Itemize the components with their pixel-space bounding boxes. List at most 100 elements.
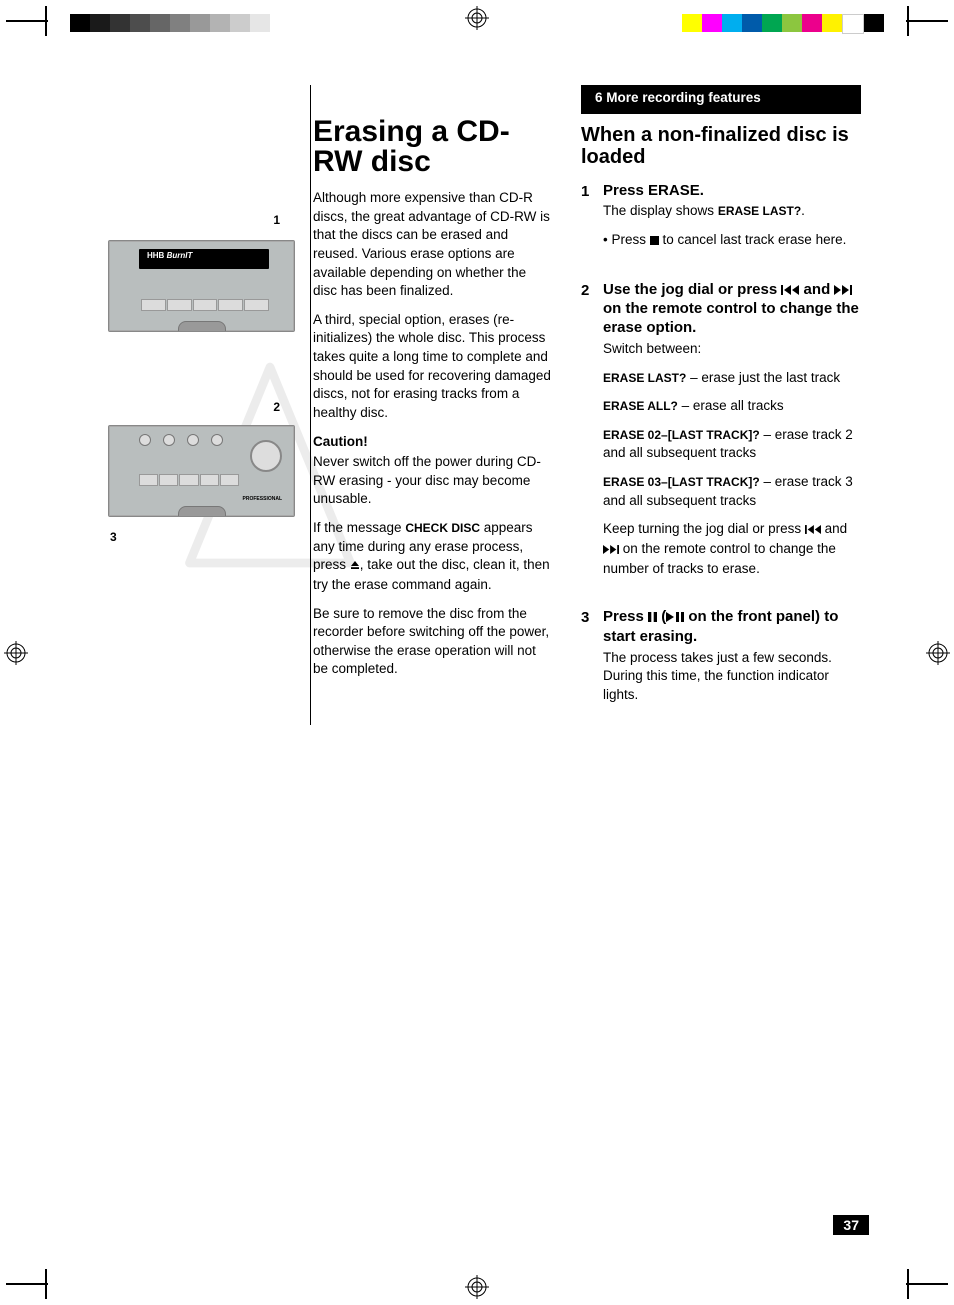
display-message: ERASE LAST? [718,204,801,218]
step-text: Switch between: [603,340,861,359]
text: Press [611,232,649,247]
crop-mark [6,20,48,22]
body-text: A third, special option, erases (re-init… [313,311,553,423]
sidebar-illustrations: 1 HHB BurnIT 2 PROFESSIONAL 3 [110,85,285,1235]
grayscale-bar [70,14,270,32]
section-header: 6 More recording features [581,85,861,114]
step-number: 3 [581,608,593,714]
next-track-icon [603,541,619,560]
registration-mark-icon [465,6,489,30]
text: and [821,521,847,536]
crop-mark [45,6,47,36]
caution-text: If the message CHECK DISC appears any ti… [313,519,553,595]
color-bar [682,14,884,32]
device-button [193,299,218,311]
step-1: 1 Press ERASE. The display shows ERASE L… [581,182,861,271]
text: If the message [313,520,405,535]
display-message: ERASE 03–[LAST TRACK]? [603,475,760,489]
step-2: 2 Use the jog dial or press and on the r… [581,281,861,599]
device-brand: HHB [147,251,164,260]
knob-icon [139,434,151,446]
step-text: The display shows ERASE LAST?. [603,202,861,221]
text: Use the jog dial or press [603,281,781,298]
display-message: CHECK DISC [405,521,480,535]
device-button [167,299,192,311]
prev-track-icon [781,282,799,301]
erase-option: ERASE ALL? – erase all tracks [603,397,861,416]
crop-mark [45,1269,47,1299]
disc-tray-icon [178,321,226,332]
caution-text: Never switch off the power during CD-RW … [313,453,553,509]
crop-mark [907,6,909,36]
step-text: The process takes just a few seconds. Du… [603,649,861,705]
text: to cancel last track erase here. [659,232,847,247]
crop-mark [906,20,948,22]
play-pause-icon [666,609,684,628]
step-text: Keep turning the jog dial or press and o… [603,520,861,578]
prev-track-icon [805,521,821,540]
step-title: Press ERASE. [603,182,861,201]
text: The display shows [603,203,718,218]
device-button [220,474,239,486]
device-sub: BurnIT [167,251,193,260]
device-button [159,474,178,486]
erase-option: ERASE 02–[LAST TRACK]? – erase track 2 a… [603,426,861,463]
display-message: ERASE 02–[LAST TRACK]? [603,428,760,442]
registration-mark-icon [4,641,28,665]
pause-icon [648,609,657,628]
step-title: Press ( on the front panel) to start era… [603,608,861,647]
callout-1: 1 [273,213,280,227]
stop-icon [650,232,659,251]
knob-icon [211,434,223,446]
page-number: 37 [833,1215,869,1235]
knob-icon [163,434,175,446]
device-button [200,474,219,486]
text: Keep turning the jog dial or press [603,521,805,536]
text: – erase all tracks [678,398,784,413]
device-button [218,299,243,311]
next-track-icon [834,282,852,301]
text: ( [657,608,666,625]
knob-icon [187,434,199,446]
text: – erase just the last track [686,370,840,385]
main-heading: Erasing a CD-RW disc [313,117,553,177]
device-pro-label: PROFESSIONAL [243,496,282,502]
body-text: Although more expensive than CD-R discs,… [313,189,553,301]
step-title: Use the jog dial or press and on the rem… [603,281,861,338]
text: on the remote control to change the eras… [603,300,859,336]
text: . [801,203,805,218]
eject-icon [350,557,360,576]
step-number: 2 [581,281,593,589]
column-steps: 6 More recording features When a non-fin… [581,85,861,1235]
device-illustration-1: HHB BurnIT [108,240,295,332]
step-3: 3 Press ( on the front panel) to start e… [581,608,861,724]
sub-heading: When a non-finalized disc is loaded [581,124,861,168]
step-number: 1 [581,182,593,261]
crop-mark [906,1283,948,1285]
crop-mark [6,1283,48,1285]
text: on the remote control to change the numb… [603,541,836,576]
device-button [244,299,269,311]
display-message: ERASE ALL? [603,399,678,413]
callout-2: 2 [273,400,280,414]
bullet-item: Press to cancel last track erase here. [603,231,861,251]
text: Press [603,608,648,625]
device-button [139,474,158,486]
text: and [799,281,834,298]
crop-mark [907,1269,909,1299]
registration-mark-icon [465,1275,489,1299]
display-message: ERASE LAST? [603,371,686,385]
registration-mark-icon [926,641,950,665]
erase-option: ERASE 03–[LAST TRACK]? – erase track 3 a… [603,473,861,510]
device-button [179,474,198,486]
disc-tray-icon [178,506,226,517]
erase-option: ERASE LAST? – erase just the last track [603,369,861,388]
caution-heading: Caution! [313,433,553,452]
device-button [141,299,166,311]
callout-3: 3 [110,530,117,544]
column-divider [310,85,311,725]
column-main: Erasing a CD-RW disc Although more expen… [313,85,553,1235]
device-illustration-2: PROFESSIONAL [108,425,295,517]
caution-text: Be sure to remove the disc from the reco… [313,605,553,680]
jog-dial-icon [250,440,282,472]
